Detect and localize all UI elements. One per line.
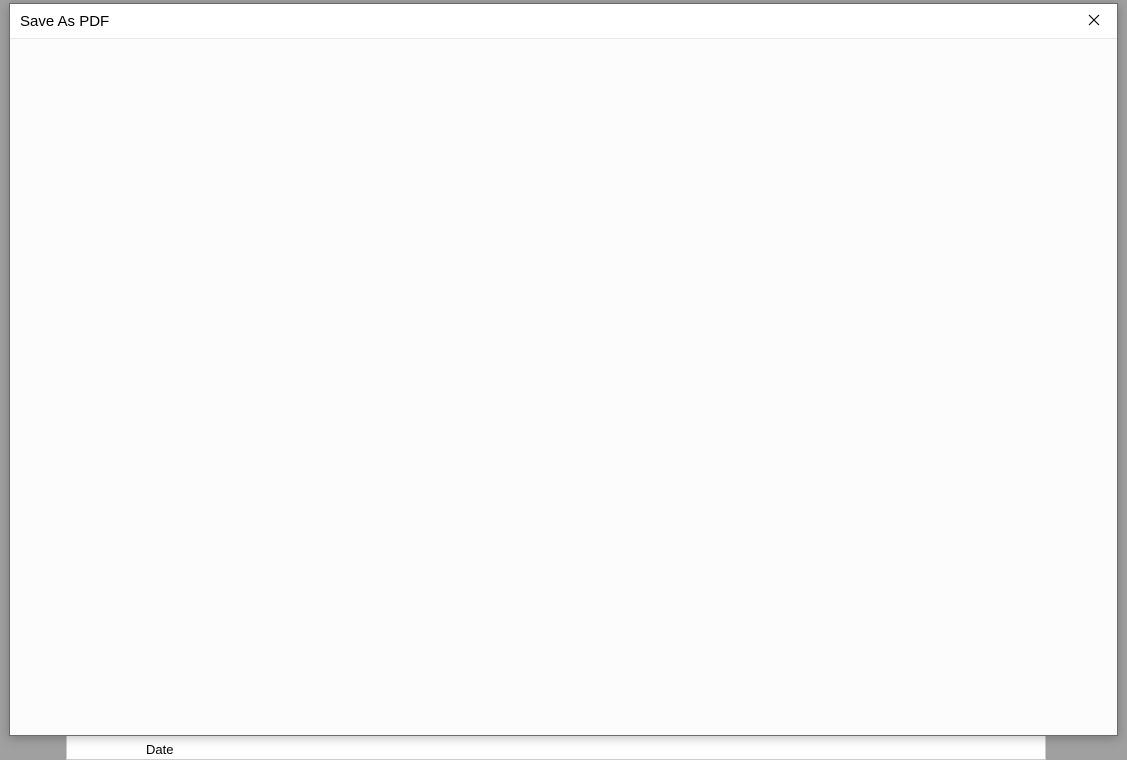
close-button[interactable] [1071, 4, 1117, 39]
dialog-title: Save As PDF [20, 13, 109, 30]
close-icon [1088, 14, 1100, 29]
dialog-titlebar[interactable]: Save As PDF [10, 4, 1117, 39]
save-as-pdf-dialog: Save As PDF [9, 3, 1118, 736]
background-date-label: Date [146, 742, 173, 757]
dialog-body [10, 39, 1117, 735]
